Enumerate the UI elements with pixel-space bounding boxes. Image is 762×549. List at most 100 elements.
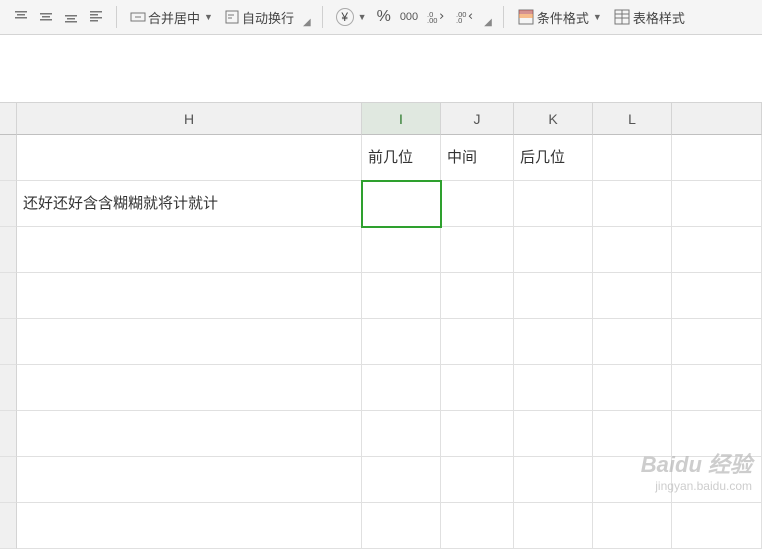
table-style-button[interactable]: 表格样式 xyxy=(609,5,689,29)
row-header[interactable] xyxy=(0,227,17,273)
cell-H2[interactable]: 还好还好含含糊糊就将计就计 xyxy=(17,181,362,227)
number-group: ¥ ▼ % 000 .0.00 .00.0 ◢ xyxy=(328,2,498,32)
svg-text:.00: .00 xyxy=(427,16,437,25)
cell[interactable] xyxy=(441,227,514,273)
percent-button[interactable]: % xyxy=(374,5,394,29)
column-header-H[interactable]: H xyxy=(17,103,362,135)
column-header-J[interactable]: J xyxy=(441,103,514,135)
wrap-text-button[interactable]: 自动换行 xyxy=(220,5,298,29)
cell[interactable] xyxy=(17,457,362,503)
cell[interactable] xyxy=(672,319,762,365)
ribbon-toolbar: 合并居中 ▼ 自动换行 ◢ ¥ ▼ % 000 .0.00 .00.0 ◢ xyxy=(0,0,762,35)
row-header[interactable] xyxy=(0,135,17,181)
cell[interactable] xyxy=(362,319,441,365)
cell[interactable] xyxy=(593,503,672,549)
merge-center-button[interactable]: 合并居中 ▼ xyxy=(126,5,217,29)
cell[interactable] xyxy=(514,503,593,549)
cell[interactable] xyxy=(441,273,514,319)
column-header-K[interactable]: K xyxy=(514,103,593,135)
increase-decimal-button[interactable]: .0.00 xyxy=(424,5,450,29)
column-header-L[interactable]: L xyxy=(593,103,672,135)
cell[interactable] xyxy=(672,457,762,503)
cell[interactable] xyxy=(672,503,762,549)
row-header[interactable] xyxy=(0,319,17,365)
cell[interactable] xyxy=(362,273,441,319)
merge-group: 合并居中 ▼ 自动换行 ◢ xyxy=(122,2,317,32)
cell[interactable] xyxy=(17,273,362,319)
cell[interactable] xyxy=(17,503,362,549)
cell[interactable] xyxy=(672,227,762,273)
cell[interactable] xyxy=(441,503,514,549)
cell[interactable] xyxy=(593,273,672,319)
cell[interactable] xyxy=(672,273,762,319)
align-top-icon[interactable] xyxy=(10,5,32,29)
cell[interactable] xyxy=(593,457,672,503)
cell[interactable] xyxy=(362,457,441,503)
cell[interactable] xyxy=(362,365,441,411)
cell[interactable] xyxy=(441,457,514,503)
align-middle-icon[interactable] xyxy=(35,5,57,29)
svg-text:.0: .0 xyxy=(456,16,462,25)
row-header[interactable] xyxy=(0,365,17,411)
row-header[interactable] xyxy=(0,273,17,319)
separator xyxy=(503,6,504,28)
cell[interactable] xyxy=(514,365,593,411)
comma-button[interactable]: 000 xyxy=(397,5,421,29)
decrease-decimal-button[interactable]: .00.0 xyxy=(453,5,479,29)
cell[interactable] xyxy=(441,411,514,457)
row-header[interactable] xyxy=(0,503,17,549)
cell[interactable] xyxy=(441,365,514,411)
merge-center-label: 合并居中 xyxy=(148,8,200,27)
cell-J2[interactable] xyxy=(441,181,514,227)
select-all-corner[interactable] xyxy=(0,103,17,135)
cell-I2-selected[interactable] xyxy=(362,181,441,227)
styles-group: 条件格式 ▼ 表格样式 xyxy=(509,2,693,32)
cell[interactable] xyxy=(514,273,593,319)
cell-K1[interactable]: 后几位 xyxy=(514,135,593,181)
wrap-text-label: 自动换行 xyxy=(242,8,294,27)
cell[interactable] xyxy=(362,411,441,457)
row-header[interactable] xyxy=(0,457,17,503)
column-header-next[interactable] xyxy=(672,103,762,135)
cell[interactable] xyxy=(672,411,762,457)
row-header[interactable] xyxy=(0,181,17,227)
cell[interactable] xyxy=(514,457,593,503)
currency-icon: ¥ xyxy=(336,8,354,26)
cell-M2[interactable] xyxy=(672,181,762,227)
cell[interactable] xyxy=(17,365,362,411)
dropdown-arrow-icon: ▼ xyxy=(204,12,213,22)
cell-I1[interactable]: 前几位 xyxy=(362,135,441,181)
dropdown-arrow-icon: ▼ xyxy=(358,12,367,22)
column-header-I[interactable]: I xyxy=(362,103,441,135)
orientation-icon[interactable] xyxy=(85,5,107,29)
cell-M1[interactable] xyxy=(672,135,762,181)
cell[interactable] xyxy=(362,227,441,273)
cell[interactable] xyxy=(441,319,514,365)
cell[interactable] xyxy=(514,319,593,365)
dialog-launcher-icon[interactable]: ◢ xyxy=(482,15,494,30)
cell-J1[interactable]: 中间 xyxy=(441,135,514,181)
cell-L2[interactable] xyxy=(593,181,672,227)
row-header[interactable] xyxy=(0,411,17,457)
align-bottom-icon[interactable] xyxy=(60,5,82,29)
cell[interactable] xyxy=(593,227,672,273)
cell[interactable] xyxy=(17,411,362,457)
formula-bar-area[interactable] xyxy=(0,35,762,103)
alignment-group xyxy=(6,2,111,32)
cell[interactable] xyxy=(593,319,672,365)
cell-K2[interactable] xyxy=(514,181,593,227)
currency-button[interactable]: ¥ ▼ xyxy=(332,5,371,29)
cell-L1[interactable] xyxy=(593,135,672,181)
spreadsheet-grid: H I J K L 前几位 中间 后几位 还好还好含含糊糊就将计就计 xyxy=(0,103,762,549)
cell[interactable] xyxy=(17,319,362,365)
cell[interactable] xyxy=(593,411,672,457)
cell[interactable] xyxy=(17,227,362,273)
dialog-launcher-icon[interactable]: ◢ xyxy=(301,15,313,30)
cell[interactable] xyxy=(514,411,593,457)
cell[interactable] xyxy=(593,365,672,411)
cell[interactable] xyxy=(514,227,593,273)
conditional-format-button[interactable]: 条件格式 ▼ xyxy=(513,5,606,29)
cell[interactable] xyxy=(672,365,762,411)
cell[interactable] xyxy=(362,503,441,549)
cell-H1[interactable] xyxy=(17,135,362,181)
